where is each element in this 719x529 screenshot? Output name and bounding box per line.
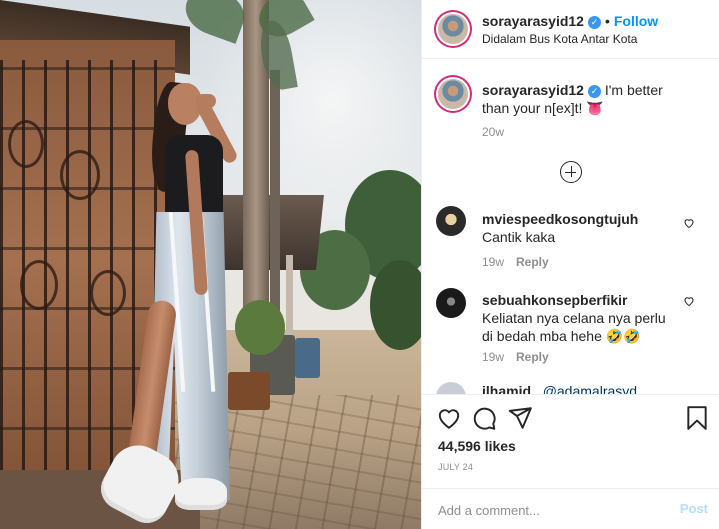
comment-text: Cantik kaka (482, 229, 556, 245)
comment-age[interactable]: 19w (482, 350, 504, 364)
post-details-panel: sorayarasyid12 ✓ • Follow Didalam Bus Kota … (421, 0, 719, 529)
commenter-avatar-image (436, 288, 466, 318)
post-location[interactable]: Didalam Bus Kota Antar Kota (482, 32, 637, 46)
photo-pole (286, 255, 293, 335)
post-date[interactable]: JULY 24 (438, 462, 473, 472)
photo-fence-ornament (20, 260, 58, 310)
caption-avatar[interactable] (436, 77, 470, 111)
verified-badge-icon: ✓ (587, 16, 601, 29)
verified-badge-icon: ✓ (587, 85, 601, 98)
comment: sebuahkonsepberfikir Keliatan nya celana… (482, 291, 678, 345)
post-photo[interactable] (0, 0, 421, 529)
reply-button[interactable]: Reply (516, 350, 549, 364)
comment-age[interactable]: 19w (482, 255, 504, 269)
commenter-avatar[interactable] (436, 288, 466, 318)
comment-like-heart-icon[interactable] (683, 217, 695, 229)
author-username[interactable]: sorayarasyid12 (482, 13, 584, 29)
photo-tree (370, 260, 421, 350)
photo-planter (228, 372, 270, 410)
caption: sorayarasyid12 ✓ I'm better than your n[e… (482, 81, 682, 117)
caption-age[interactable]: 20w (482, 125, 504, 139)
author-avatar-image (438, 14, 468, 44)
post-actions: 44,596 likes JULY 24 (422, 394, 719, 488)
comment: ilhamid_ @adamalrasyd (482, 382, 678, 394)
photo-palm-trunk (270, 70, 280, 330)
add-comment-bar: Post (422, 488, 719, 529)
comment-meta: 19w Reply (482, 350, 549, 364)
photo-planter (295, 338, 320, 378)
photo-plant (235, 300, 285, 355)
post-header: sorayarasyid12 ✓ • Follow Didalam Bus Kota … (422, 0, 719, 59)
caption-username[interactable]: sorayarasyid12 (482, 82, 584, 98)
post-comment-button[interactable]: Post (680, 501, 708, 516)
reply-button[interactable]: Reply (516, 255, 549, 269)
author-line: sorayarasyid12 ✓ • Follow (482, 13, 658, 31)
share-icon[interactable] (507, 405, 533, 431)
follow-button[interactable]: Follow (614, 13, 658, 29)
heart-icon[interactable] (436, 405, 462, 431)
comment-mention[interactable]: @adamalrasyd (543, 383, 637, 394)
comment-meta: 19w Reply (482, 255, 549, 269)
comment-username[interactable]: ilhamid_ (482, 383, 539, 394)
bookmark-icon[interactable] (684, 405, 710, 431)
comment: mviespeedkosongtujuh Cantik kaka (482, 210, 678, 246)
likes-count[interactable]: 44,596 likes (438, 438, 516, 454)
photo-fence-ornament (8, 120, 44, 168)
commenter-avatar[interactable] (436, 206, 466, 236)
comment-text: Keliatan nya celana nya perlu di bedah m… (482, 310, 666, 344)
photo-fence-ornament (60, 150, 100, 200)
commenter-avatar[interactable] (436, 382, 466, 394)
comment-username[interactable]: mviespeedkosongtujuh (482, 211, 638, 227)
caption-avatar-image (438, 79, 468, 109)
photo-fence-ornament (90, 270, 126, 316)
comment-icon[interactable] (471, 405, 497, 431)
add-comment-input[interactable] (438, 500, 668, 520)
photo-person-shoe (175, 478, 227, 510)
commenter-avatar-image (436, 382, 466, 394)
comments-list[interactable]: sorayarasyid12 ✓ I'm better than your n[e… (422, 60, 719, 394)
comment-username[interactable]: sebuahkonsepberfikir (482, 292, 628, 308)
separator-dot: • (604, 13, 610, 29)
comment-like-heart-icon[interactable] (683, 295, 695, 307)
commenter-avatar-image (436, 206, 466, 236)
photo-person-hand (196, 94, 216, 108)
load-more-comments-icon[interactable] (560, 161, 582, 183)
author-avatar[interactable] (436, 12, 470, 46)
